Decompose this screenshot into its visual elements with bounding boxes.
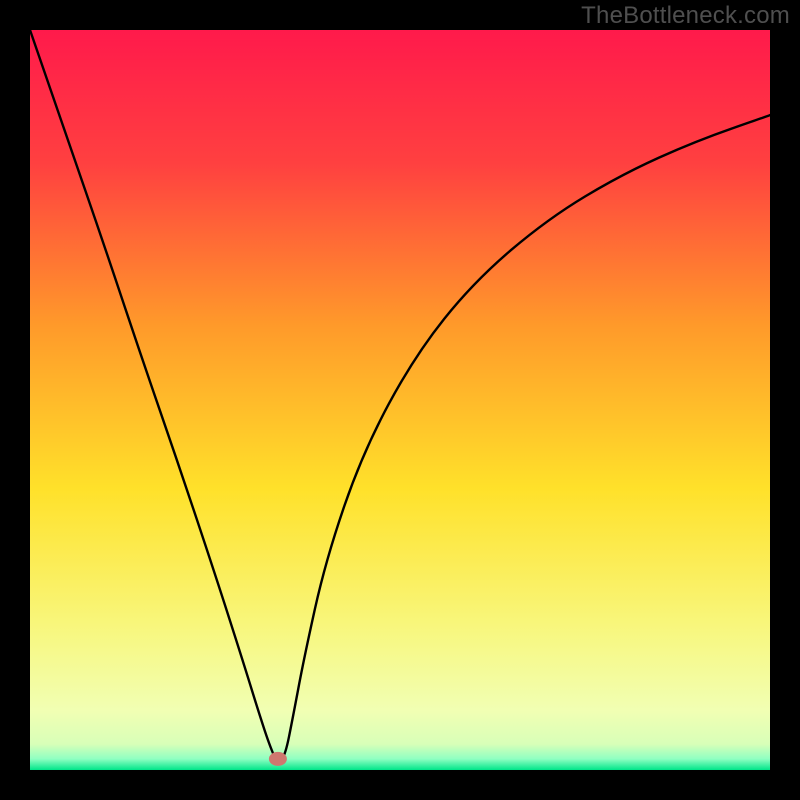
- watermark-text: TheBottleneck.com: [581, 2, 790, 30]
- gradient-background: [30, 30, 770, 770]
- plot-svg: [30, 30, 770, 770]
- plot-area: [30, 30, 770, 770]
- chart-frame: TheBottleneck.com: [0, 0, 800, 800]
- optimum-marker: [269, 752, 287, 766]
